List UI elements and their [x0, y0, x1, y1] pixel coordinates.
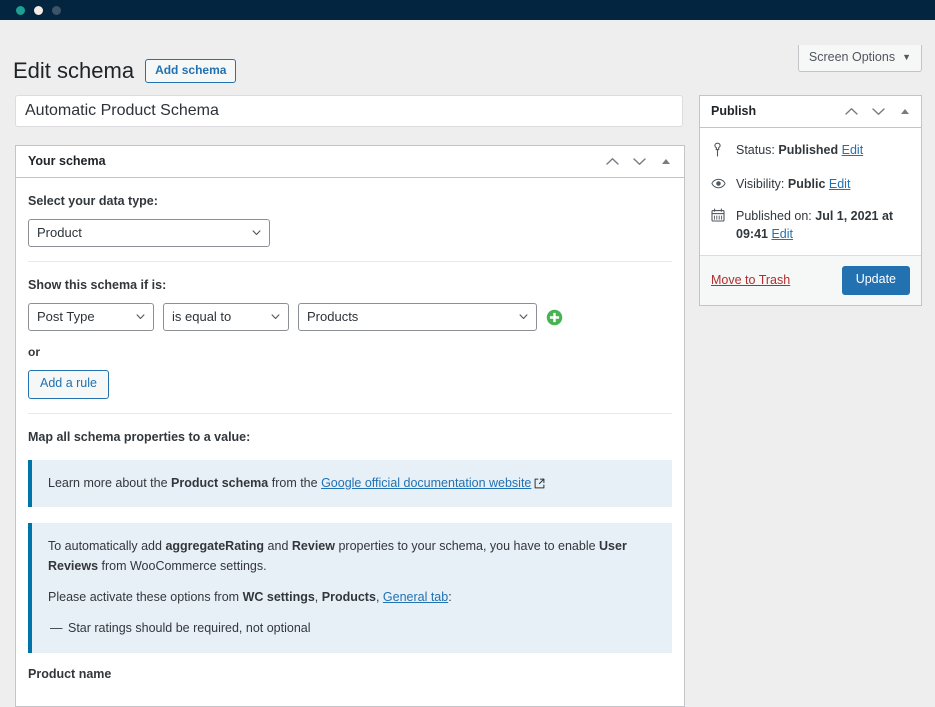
- mapping-label: Map all schema properties to a value:: [28, 430, 672, 444]
- toggle-panel-icon[interactable]: [898, 105, 912, 119]
- screen-options-label: Screen Options: [809, 51, 895, 64]
- publish-heading: Publish: [711, 105, 756, 118]
- bullet-dash: —: [50, 619, 68, 638]
- status-edit-link[interactable]: Edit: [842, 143, 864, 157]
- data-type-label: Select your data type:: [28, 194, 672, 208]
- your-schema-postbox-body: Select your data type: Product Show this…: [16, 178, 684, 691]
- move-up-icon[interactable]: [605, 155, 619, 169]
- status-row: Status: Published Edit: [711, 138, 910, 172]
- rule-value-value: Products: [299, 304, 536, 330]
- or-separator-label: or: [28, 345, 672, 359]
- conditions-section: Show this schema if is: Post Type is equ…: [28, 262, 672, 414]
- general-tab-link[interactable]: General tab: [383, 590, 448, 604]
- notice-text-before: Learn more about the: [48, 476, 171, 490]
- rule-subject-select[interactable]: Post Type: [28, 303, 154, 331]
- traffic-light-maximize-dot[interactable]: [52, 6, 61, 15]
- notice-bold-product-schema: Product schema: [171, 476, 268, 490]
- update-button[interactable]: Update: [842, 266, 910, 295]
- published-on-row: Published on: Jul 1, 2021 at 09:41 Edit: [711, 204, 910, 254]
- reviews-bold-aggregate-rating: aggregateRating: [165, 539, 264, 553]
- reviews-p2-a: Please activate these options from: [48, 590, 243, 604]
- conditions-label: Show this schema if is:: [28, 278, 672, 292]
- page-title: Edit schema: [13, 58, 134, 84]
- publish-major-actions: Move to Trash Update: [700, 255, 921, 305]
- schema-title-input[interactable]: [15, 95, 683, 127]
- window-titlebar: [0, 0, 935, 20]
- mapping-section: Map all schema properties to a value: Le…: [28, 414, 672, 667]
- notice-text-mid: from the: [268, 476, 321, 490]
- rule-operator-select[interactable]: is equal to: [163, 303, 289, 331]
- reviews-p2-d: ,: [376, 590, 383, 604]
- publish-postbox: Publish: [699, 95, 922, 306]
- your-schema-heading: Your schema: [28, 155, 106, 168]
- sidebar-column: Publish: [699, 95, 922, 306]
- publish-postbox-header: Publish: [700, 96, 921, 128]
- admin-page: Screen Options ▼ Edit schema Add schema …: [0, 20, 935, 707]
- reviews-p2-e: :: [448, 590, 451, 604]
- status-value: Published: [778, 143, 838, 157]
- reviews-bold-review: Review: [292, 539, 335, 553]
- external-link-icon: [534, 478, 545, 489]
- chevron-down-icon: ▼: [902, 53, 911, 62]
- calendar-icon: [711, 207, 727, 228]
- your-schema-postbox-header: Your schema: [16, 146, 684, 178]
- rule-value-select[interactable]: Products: [298, 303, 537, 331]
- reviews-p1-d: properties to your schema, you have to e…: [335, 539, 599, 553]
- reviews-p1-c: and: [264, 539, 292, 553]
- bullet-text: Star ratings should be required, not opt…: [68, 621, 311, 635]
- move-to-trash-link[interactable]: Move to Trash: [711, 273, 790, 287]
- visibility-label: Visibility:: [736, 177, 784, 191]
- screen-options-button[interactable]: Screen Options ▼: [798, 45, 922, 72]
- reviews-p1-e: from WooCommerce settings.: [98, 559, 267, 573]
- reviews-notice-bullet: —Star ratings should be required, not op…: [48, 619, 656, 638]
- published-on-label: Published on:: [736, 209, 812, 223]
- add-rule-button[interactable]: Add a rule: [28, 370, 109, 399]
- visibility-value: Public: [788, 177, 826, 191]
- move-down-icon[interactable]: [632, 155, 646, 169]
- data-type-section: Select your data type: Product: [28, 178, 672, 262]
- product-name-label: Product name: [28, 667, 672, 691]
- published-on-edit-link[interactable]: Edit: [771, 227, 793, 241]
- add-schema-button[interactable]: Add schema: [145, 59, 236, 83]
- reviews-p1-a: To automatically add: [48, 539, 165, 553]
- eye-icon: [711, 175, 727, 195]
- documentation-notice: Learn more about the Product schema from…: [28, 460, 672, 507]
- move-up-icon[interactable]: [844, 105, 858, 119]
- chevron-down-icon: [252, 230, 261, 236]
- chevron-down-icon: [519, 314, 528, 320]
- publish-handle-actions: [844, 105, 912, 119]
- traffic-light-minimize-dot[interactable]: [34, 6, 43, 15]
- toggle-panel-icon[interactable]: [659, 155, 673, 169]
- chevron-down-icon: [136, 314, 145, 320]
- reviews-p2-c: ,: [315, 590, 322, 604]
- status-text: Status: Published Edit: [736, 141, 863, 160]
- data-type-select[interactable]: Product: [28, 219, 270, 247]
- publish-misc-actions: Status: Published Edit Visibility: Publi…: [700, 128, 921, 255]
- pin-icon: [711, 141, 727, 163]
- rule-operator-value: is equal to: [164, 304, 288, 330]
- visibility-edit-link[interactable]: Edit: [829, 177, 851, 191]
- condition-rule-row: Post Type is equal to Products: [28, 303, 672, 331]
- documentation-notice-text: Learn more about the Product schema from…: [48, 474, 656, 493]
- reviews-notice-paragraph-2: Please activate these options from WC se…: [48, 588, 656, 607]
- postbox-handle-actions: [605, 155, 673, 169]
- google-documentation-link[interactable]: Google official documentation website: [321, 476, 531, 490]
- traffic-light-close-dot[interactable]: [16, 6, 25, 15]
- reviews-bold-wc-settings: WC settings: [243, 590, 315, 604]
- chevron-down-icon: [271, 314, 280, 320]
- plus-circle-icon[interactable]: [546, 309, 563, 326]
- status-label: Status:: [736, 143, 775, 157]
- reviews-bold-products: Products: [322, 590, 376, 604]
- move-down-icon[interactable]: [871, 105, 885, 119]
- visibility-text: Visibility: Public Edit: [736, 175, 850, 194]
- your-schema-postbox: Your schema Select your data type: Produ…: [15, 145, 685, 707]
- published-on-text: Published on: Jul 1, 2021 at 09:41 Edit: [736, 207, 910, 245]
- rule-subject-value: Post Type: [29, 304, 153, 330]
- data-type-selected-value: Product: [29, 220, 269, 246]
- reviews-notice-paragraph-1: To automatically add aggregateRating and…: [48, 537, 656, 576]
- page-heading-row: Edit schema Add schema: [13, 58, 236, 84]
- reviews-notice: To automatically add aggregateRating and…: [28, 523, 672, 653]
- visibility-row: Visibility: Public Edit: [711, 172, 910, 204]
- product-name-field-group: Product name: [28, 667, 672, 691]
